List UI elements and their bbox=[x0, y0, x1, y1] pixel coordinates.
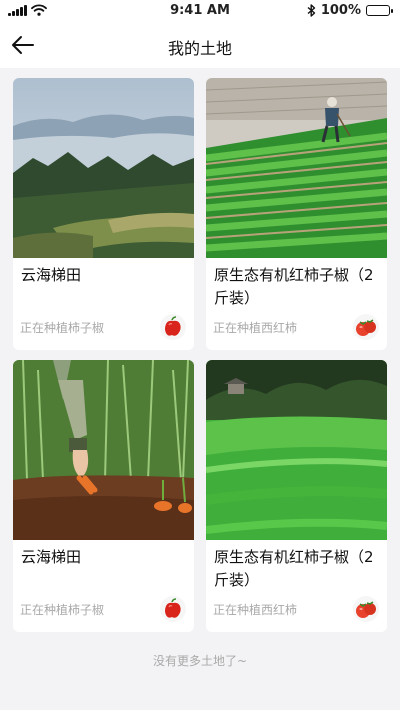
status-right: 100% bbox=[307, 3, 393, 18]
land-name: 云海梯田 bbox=[21, 548, 82, 566]
bluetooth-icon bbox=[307, 4, 316, 17]
bell-pepper-icon bbox=[160, 596, 186, 622]
crop-status: 正在种植柿子椒 bbox=[20, 321, 105, 335]
land-card[interactable]: 云海梯田 正在种植柿子椒 bbox=[13, 78, 194, 350]
land-card[interactable]: 原生态有机红柿子椒（2斤装） 正在种植西红柿 bbox=[206, 360, 387, 632]
land-name: 原生态有机红柿子椒（2斤装） bbox=[214, 548, 374, 589]
battery-icon bbox=[366, 5, 393, 16]
crop-status: 正在种植柿子椒 bbox=[20, 603, 105, 617]
land-card[interactable]: 原生态有机红柿子椒（2斤装） 正在种植西红柿 bbox=[206, 78, 387, 350]
status-bar: 9:41 AM 100% bbox=[0, 0, 400, 22]
land-name: 云海梯田 bbox=[21, 266, 82, 284]
battery-percent: 100% bbox=[320, 3, 361, 18]
nav-bar: 我的土地 bbox=[0, 22, 400, 68]
page-title: 我的土地 bbox=[167, 39, 232, 58]
no-more-lands-text: 没有更多土地了~ bbox=[152, 654, 248, 668]
crop-status: 正在种植西红柿 bbox=[213, 603, 298, 617]
tomato-icon bbox=[353, 596, 379, 622]
green-field-photo bbox=[206, 360, 387, 540]
land-card[interactable]: 云海梯田 正在种植柿子椒 bbox=[13, 360, 194, 632]
tomato-icon bbox=[353, 314, 379, 340]
terraced-fields-photo bbox=[13, 78, 194, 258]
carrot-harvest-photo bbox=[13, 360, 194, 540]
land-name: 原生态有机红柿子椒（2斤装） bbox=[214, 266, 374, 307]
crop-status: 正在种植西红柿 bbox=[213, 321, 298, 335]
bell-pepper-icon bbox=[160, 314, 186, 340]
farmer-in-field-photo bbox=[206, 78, 387, 258]
